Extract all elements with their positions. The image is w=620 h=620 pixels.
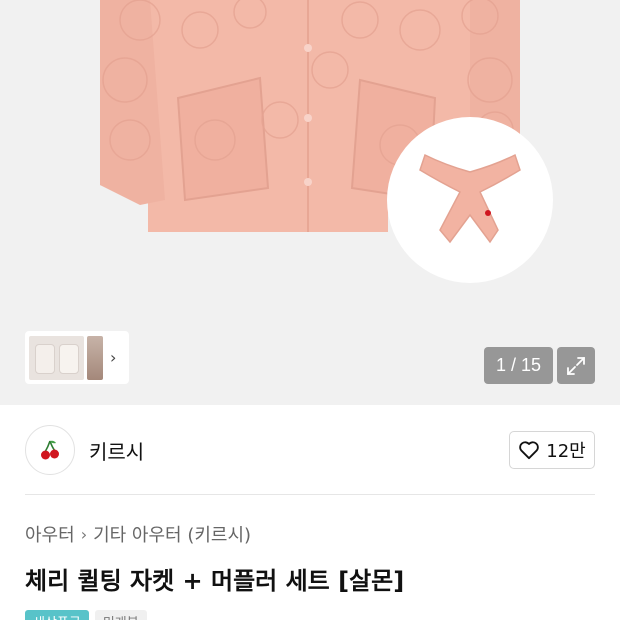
shop-name[interactable]: 키르시	[89, 436, 144, 465]
product-image-gallery[interactable]: › 1 / 15	[0, 0, 620, 405]
breadcrumb: 아우터 › 기타 아우터 (키르시)	[25, 521, 251, 547]
heart-icon	[519, 441, 540, 460]
chevron-right-icon: ›	[80, 524, 88, 544]
expand-icon	[567, 356, 585, 375]
product-title: 체리 퀼팅 자켓 + 머플러 세트 [살몬]	[25, 567, 405, 595]
shop-avatar[interactable]	[25, 425, 75, 475]
cherry-icon	[41, 440, 59, 460]
image-counter: 1 / 15	[484, 347, 553, 384]
shop-row[interactable]: 키르시 12만	[25, 425, 595, 475]
expand-button[interactable]	[557, 347, 595, 384]
thumbnail-strip[interactable]: ›	[25, 331, 129, 384]
divider	[25, 494, 595, 495]
chevron-right-icon[interactable]: ›	[110, 349, 116, 366]
breadcrumb-item-outer[interactable]: 아우터	[25, 521, 75, 547]
like-count: 12만	[546, 441, 586, 462]
tag-list: 새상품급 미개봉	[25, 610, 147, 620]
condition-badge: 미개봉	[94, 610, 147, 620]
condition-badge: 새상품급	[25, 610, 89, 620]
like-button[interactable]: 12만	[509, 431, 595, 469]
breadcrumb-item-other-outer[interactable]: 기타 아우터 (키르시)	[93, 521, 251, 547]
thumbnail-image[interactable]	[29, 335, 84, 380]
thumbnail-image[interactable]	[87, 335, 103, 380]
